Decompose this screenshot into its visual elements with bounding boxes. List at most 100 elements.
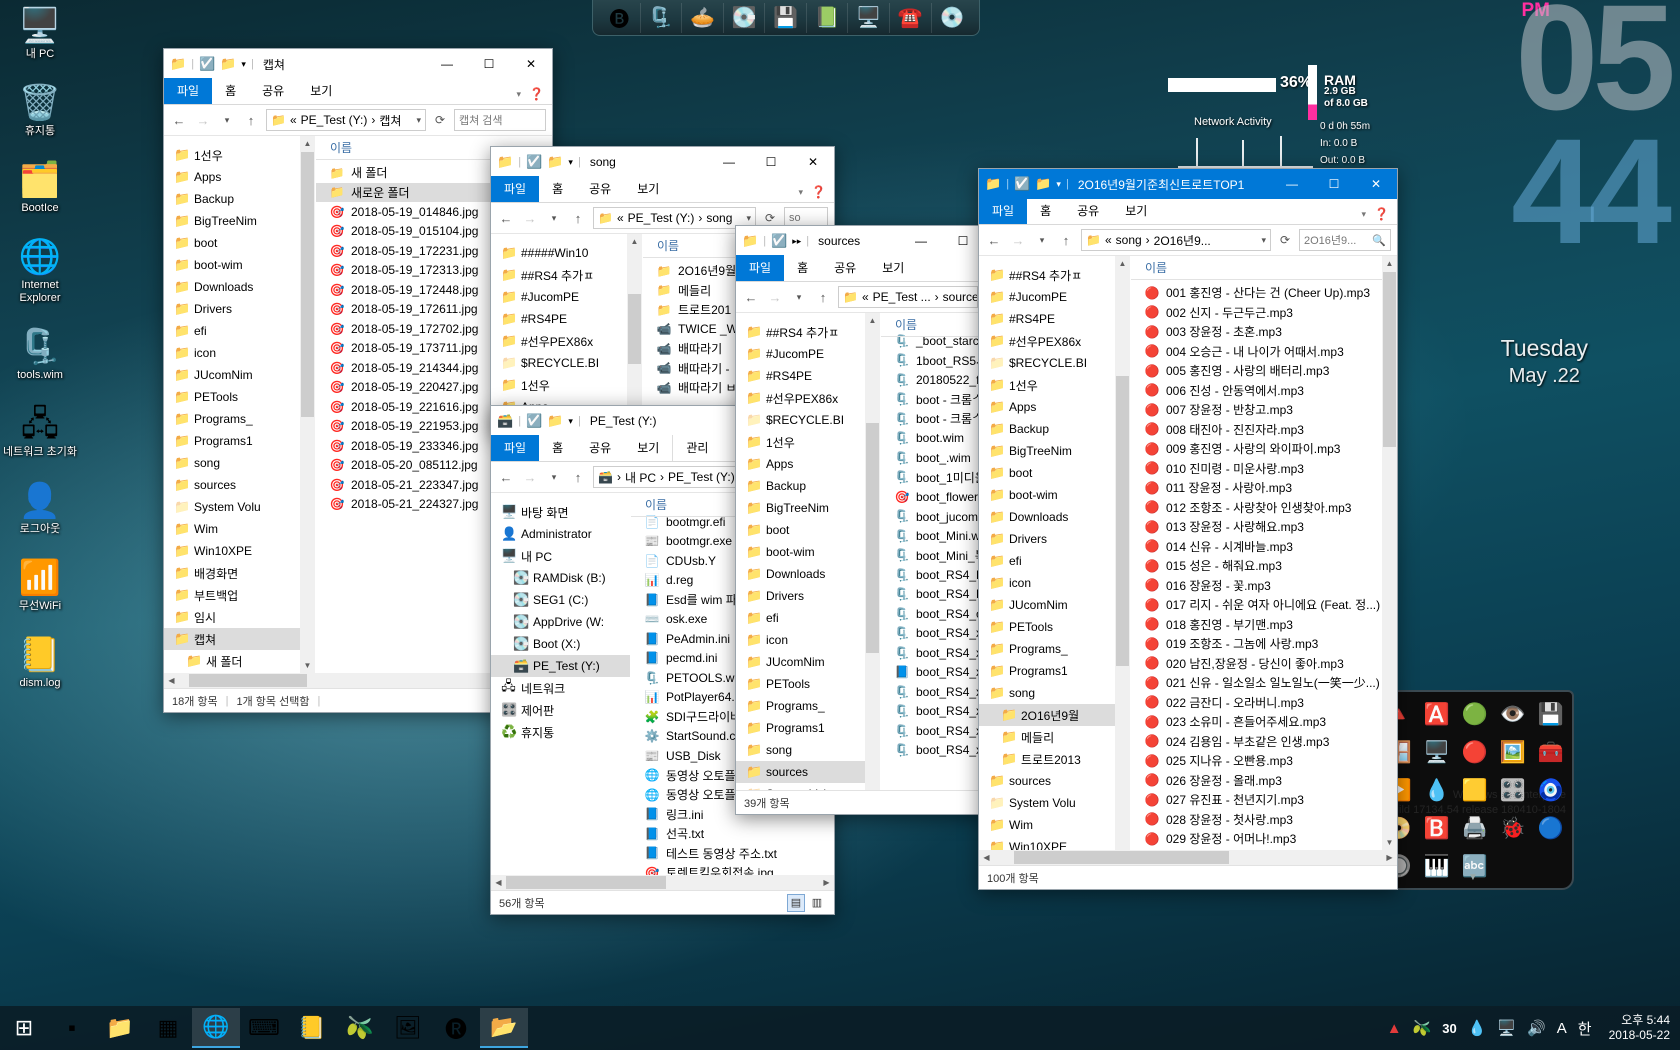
nav-item[interactable]: 📁 #JucomPE [979, 286, 1130, 308]
taskbar-item-notepad[interactable]: 📒 [288, 1008, 336, 1048]
file-list-item[interactable]: 🗜️ boot_RS4_x6 [881, 682, 984, 702]
taskbar-item-on-screen-keyboard[interactable]: ⌨ [240, 1008, 288, 1048]
scroll-left-arrow[interactable]: ◀ [491, 878, 506, 887]
tab-file[interactable]: 파일 [736, 255, 785, 281]
nav-item[interactable]: 📁 Programs_ [736, 695, 880, 717]
nav-item[interactable]: 📁 song [736, 739, 880, 761]
file-list-item[interactable]: 🔴 014 신유 - 시계바늘.mp3 [1131, 537, 1397, 557]
window-sources-titlebar[interactable]: 📁 | ☑️ ▸▸ | sources — ☐ [736, 226, 984, 256]
file-list-item[interactable]: 🗜️ boot - 크롬ᄉ [881, 409, 984, 429]
quick-access-toolbar[interactable]: 📁 | ☑️ 📁 ▾ | [170, 56, 254, 72]
new-folder-icon[interactable]: 📁 [1035, 176, 1051, 192]
forward-button[interactable]: → [1009, 233, 1027, 248]
file-list-item[interactable]: 🗜️ boot_RS4_x6 [881, 702, 984, 722]
dock-item-7zip[interactable]: 🗜️ [641, 2, 683, 33]
dock-item-cd[interactable]: 💿 [932, 3, 973, 33]
hscroll-track[interactable] [994, 851, 1382, 864]
nav-item[interactable]: 📁 PETools [164, 386, 315, 408]
tool-icon-bug[interactable]: 🐞 [1494, 810, 1532, 848]
nav-item[interactable]: 📁 sources [979, 770, 1130, 792]
nav-item[interactable]: 💽 RAMDisk (B:) [491, 567, 630, 589]
help-icon[interactable]: ❓ [811, 185, 826, 199]
file-list-item[interactable]: 🔴 009 홍진영 - 사랑의 와이파이.mp3 [1131, 439, 1397, 459]
breadcrumb[interactable]: 📁 « song › 2O16년9... ▾ [1081, 229, 1271, 251]
desktop-icon-internet-explorer[interactable]: 🌐 Internet Explorer [0, 231, 80, 307]
properties-icon[interactable]: ☑️ [771, 233, 787, 249]
window-capture-titlebar[interactable]: 📁 | ☑️ 📁 ▾ | 캡쳐 — ☐ ✕ [164, 49, 552, 79]
hscroll-track[interactable] [506, 876, 819, 889]
up-button[interactable]: ↑ [569, 470, 587, 485]
file-list-item[interactable]: 🔴 007 장윤정 - 반창고.mp3 [1131, 400, 1397, 420]
tray-30-icon[interactable]: 30 [1442, 1021, 1456, 1036]
close-button[interactable]: ✕ [792, 147, 834, 177]
file-list-item[interactable]: 🗜️ boot_.wim [881, 448, 984, 468]
dock-item-book[interactable]: 📗 [807, 2, 849, 33]
nav-item[interactable]: 📁 Downloads [979, 506, 1130, 528]
file-list-item[interactable]: 🗜️ boot_RS4_x6 [881, 624, 984, 644]
file-list-item[interactable]: 🔴 010 진미령 - 미운사랑.mp3 [1131, 459, 1397, 479]
file-list-item[interactable]: 🗜️ boot_jucom부 [881, 507, 984, 527]
scrollbar-thumb[interactable] [189, 674, 307, 687]
tray-ime-icon[interactable]: 한 [1578, 1018, 1592, 1039]
nav-item[interactable]: 📁 #RS4PE [979, 308, 1130, 330]
chevron-down-icon[interactable]: ▾ [568, 416, 573, 427]
nav-item[interactable]: 📁Apps [736, 453, 880, 475]
search-input[interactable]: 캡쳐 검색 [454, 109, 546, 131]
dock-item-diskette[interactable]: 💾 [765, 2, 807, 33]
file-list-item[interactable]: 🔴 015 성은 - 해줘요.mp3 [1131, 556, 1397, 576]
up-button[interactable]: ↑ [1057, 233, 1075, 248]
tool-icon-nazar[interactable]: 🧿 [1532, 772, 1570, 810]
nav-item[interactable]: 📁 boot [979, 462, 1130, 484]
refresh-button[interactable]: ⟳ [762, 211, 778, 225]
nav-item[interactable]: 📁 icon [979, 572, 1130, 594]
nav-item[interactable]: 📁 ##RS4 추가ㅍ [491, 264, 642, 286]
taskbar-item-paint[interactable]: 🖼 [384, 1008, 432, 1048]
tab-home[interactable]: 홈 [539, 176, 576, 202]
nav-scrollbar[interactable]: ▲ [1115, 256, 1130, 850]
nav-scrollbar[interactable]: ▲ [865, 313, 880, 790]
nav-item[interactable]: 📁 Downloads [736, 563, 880, 585]
taskbar-item-file-explorer[interactable]: 📁 [96, 1008, 144, 1048]
horizontal-scrollbar[interactable]: ◀ ▶ [979, 850, 1397, 865]
file-list-item[interactable]: 📘 boot_RS4_x6 [881, 663, 984, 683]
taskbar-clock[interactable]: 오후 5:44 2018-05-22 [1603, 1013, 1670, 1043]
nav-item[interactable]: 📁System Volu [164, 496, 315, 518]
nav-item[interactable]: 📁 efi [979, 550, 1130, 572]
up-button[interactable]: ↑ [242, 113, 260, 128]
chevron-down-icon[interactable]: ▾ [746, 213, 751, 224]
breadcrumb-segment[interactable]: PE_Test ... [873, 290, 931, 304]
nav-item[interactable]: 📁 캡쳐 [164, 628, 315, 650]
nav-item[interactable]: 📁 Programs1 [164, 430, 315, 452]
tool-icon-letter-a[interactable]: 🅰️ [1418, 696, 1456, 734]
nav-item[interactable]: 📁Apps [164, 166, 315, 188]
nav-item[interactable]: 📁 JUcomNim [164, 364, 315, 386]
file-list-item[interactable]: 🎯 boot_flower3 [881, 487, 984, 507]
chevron-down-icon[interactable]: ▾ [416, 115, 421, 126]
file-list-item[interactable]: 🗜️ boot - 크롬ᄉ [881, 390, 984, 410]
nav-item[interactable]: 📁 boot-wim [979, 484, 1130, 506]
new-folder-icon[interactable]: 📁 [547, 413, 563, 429]
maximize-button[interactable]: ☐ [1313, 169, 1355, 199]
file-list-item[interactable]: 🔴 027 유진표 - 천년지기.mp3 [1131, 790, 1397, 810]
tool-icon-blue[interactable]: 🔵 [1532, 810, 1570, 848]
scroll-down-arrow[interactable]: ▼ [300, 658, 315, 673]
file-list-item[interactable]: 🔴 028 장윤정 - 첫사랑.mp3 [1131, 810, 1397, 830]
nav-item[interactable]: 📁 Wim [164, 518, 315, 540]
nav-item[interactable]: 📁 boot-wim [164, 254, 315, 276]
breadcrumb-segment[interactable]: 2O16년9... [1154, 232, 1211, 249]
chevron-down-icon[interactable]: ▾ [1056, 179, 1061, 190]
quick-access-toolbar[interactable]: 📁 | ☑️ ▸▸ | [742, 233, 809, 249]
file-list-item[interactable]: 🔴 005 홍진영 - 사랑의 배터리.mp3 [1131, 361, 1397, 381]
nav-item[interactable]: 📁 JUcomNim [979, 594, 1130, 616]
tab-home[interactable]: 홈 [1027, 198, 1064, 224]
tab-file[interactable]: 파일 [491, 176, 540, 202]
new-folder-icon[interactable]: 📁 [547, 154, 563, 170]
nav-item[interactable]: 📁 ##RS4 추가ㅍ [979, 264, 1130, 286]
file-list-item[interactable]: 📘 선곡.txt [631, 824, 834, 844]
file-list-item[interactable]: 🔴 029 장윤정 - 어머나!.mp3 [1131, 829, 1397, 849]
nav-item[interactable]: 📁 Drivers [164, 298, 315, 320]
tray-red-arrow-icon[interactable]: ▲ [1387, 1020, 1402, 1037]
hscroll-track[interactable] [179, 674, 537, 687]
tab-file[interactable]: 파일 [979, 198, 1028, 224]
nav-item[interactable]: 📁System Volu [979, 792, 1130, 814]
